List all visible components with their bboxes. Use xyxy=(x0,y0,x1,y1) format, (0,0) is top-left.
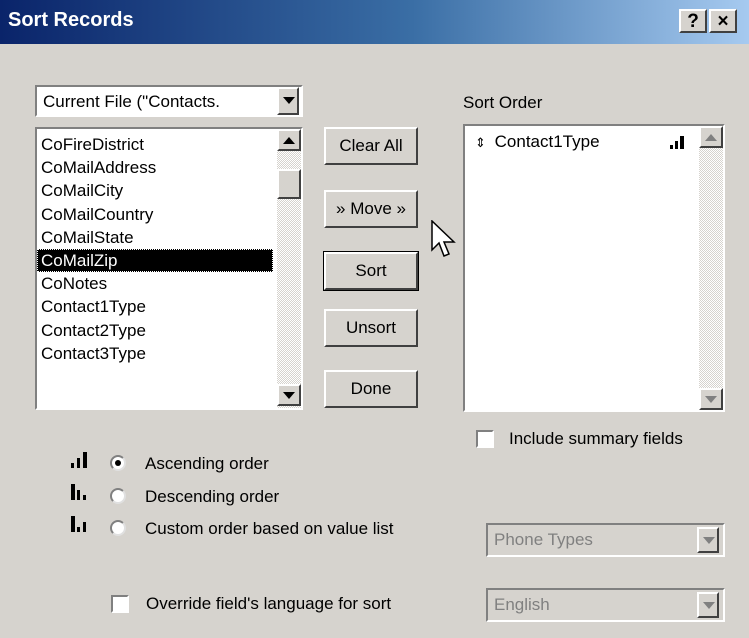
value-list-combo[interactable]: Phone Types xyxy=(486,523,725,557)
field-list-item[interactable]: CoMailZip xyxy=(37,248,273,273)
descending-order-label: Descending order xyxy=(145,487,280,506)
field-list-item[interactable]: CoFireDistrict xyxy=(37,133,273,156)
unsort-button[interactable]: Unsort xyxy=(324,309,418,347)
field-list-item[interactable]: CoNotes xyxy=(37,272,273,295)
mouse-cursor-icon xyxy=(431,220,456,257)
descending-order-icon xyxy=(71,484,86,500)
field-list-item[interactable]: Contact1Type xyxy=(37,295,273,318)
custom-order-label: Custom order based on value list xyxy=(145,519,394,538)
help-button[interactable]: ? xyxy=(679,9,707,33)
field-list-item[interactable]: Contact3Type xyxy=(37,342,273,365)
override-language-checkbox[interactable] xyxy=(111,595,129,613)
scroll-down-icon[interactable] xyxy=(277,384,301,406)
ascending-order-label: Ascending order xyxy=(145,454,269,473)
sort-scroll-down-icon[interactable] xyxy=(699,388,723,410)
value-list-dropdown-icon[interactable] xyxy=(697,527,719,553)
close-button[interactable]: × xyxy=(709,9,737,33)
field-list-scrollbar[interactable] xyxy=(277,129,301,408)
include-summary-label: Include summary fields xyxy=(509,429,683,448)
help-icon: ? xyxy=(687,11,699,32)
close-icon: × xyxy=(717,11,729,32)
field-list-item[interactable]: CoMailAddress xyxy=(37,156,273,179)
sort-button[interactable]: Sort xyxy=(323,251,419,291)
ascending-order-icon xyxy=(71,452,87,468)
ascending-order-radio[interactable] xyxy=(110,455,126,471)
sort-order-list[interactable]: ⇕ Contact1Type xyxy=(463,124,725,412)
sort-order-label: Sort Order xyxy=(463,93,543,112)
scroll-up-icon[interactable] xyxy=(277,129,301,151)
title-bar: Sort Records ? × xyxy=(0,0,749,44)
scroll-thumb[interactable] xyxy=(277,169,301,199)
field-list-item[interactable]: CoMailState xyxy=(37,226,273,249)
window-title: Sort Records xyxy=(8,9,134,31)
language-combo[interactable]: English xyxy=(486,588,725,622)
sort-order-item-name: Contact1Type xyxy=(494,132,600,151)
field-list-items: CoFireDistrict CoMailAddress CoMailCity CoM… xyxy=(37,133,273,408)
file-combo-dropdown-icon[interactable] xyxy=(277,87,299,115)
sort-order-scrollbar[interactable] xyxy=(699,126,723,410)
include-summary-checkbox[interactable] xyxy=(476,430,494,448)
sort-order-item[interactable]: ⇕ Contact1Type xyxy=(465,130,695,153)
field-list-item[interactable]: CoMailCity xyxy=(37,179,273,202)
clear-all-button[interactable]: Clear All xyxy=(324,127,418,165)
field-list-item[interactable]: CoMailCountry xyxy=(37,203,273,226)
custom-order-icon xyxy=(71,516,86,532)
done-button[interactable]: Done xyxy=(324,370,418,408)
ascending-order-icon xyxy=(670,136,684,149)
file-combo-value: Current File ("Contacts. xyxy=(43,92,221,111)
custom-order-radio[interactable] xyxy=(110,520,126,536)
language-dropdown-icon[interactable] xyxy=(697,592,719,618)
value-list-combo-value: Phone Types xyxy=(494,530,593,549)
field-list[interactable]: CoFireDistrict CoMailAddress CoMailCity CoM… xyxy=(35,127,303,410)
override-language-label: Override field's language for sort xyxy=(146,594,392,613)
file-combo[interactable]: Current File ("Contacts. xyxy=(35,85,303,117)
field-list-item[interactable]: Contact2Type xyxy=(37,319,273,342)
sort-order-items: ⇕ Contact1Type xyxy=(465,130,695,410)
sort-marker-icon: ⇕ xyxy=(475,135,486,150)
sort-scroll-up-icon[interactable] xyxy=(699,126,723,148)
move-button[interactable]: » Move » xyxy=(324,190,418,228)
language-combo-value: English xyxy=(494,595,550,614)
descending-order-radio[interactable] xyxy=(110,488,126,504)
